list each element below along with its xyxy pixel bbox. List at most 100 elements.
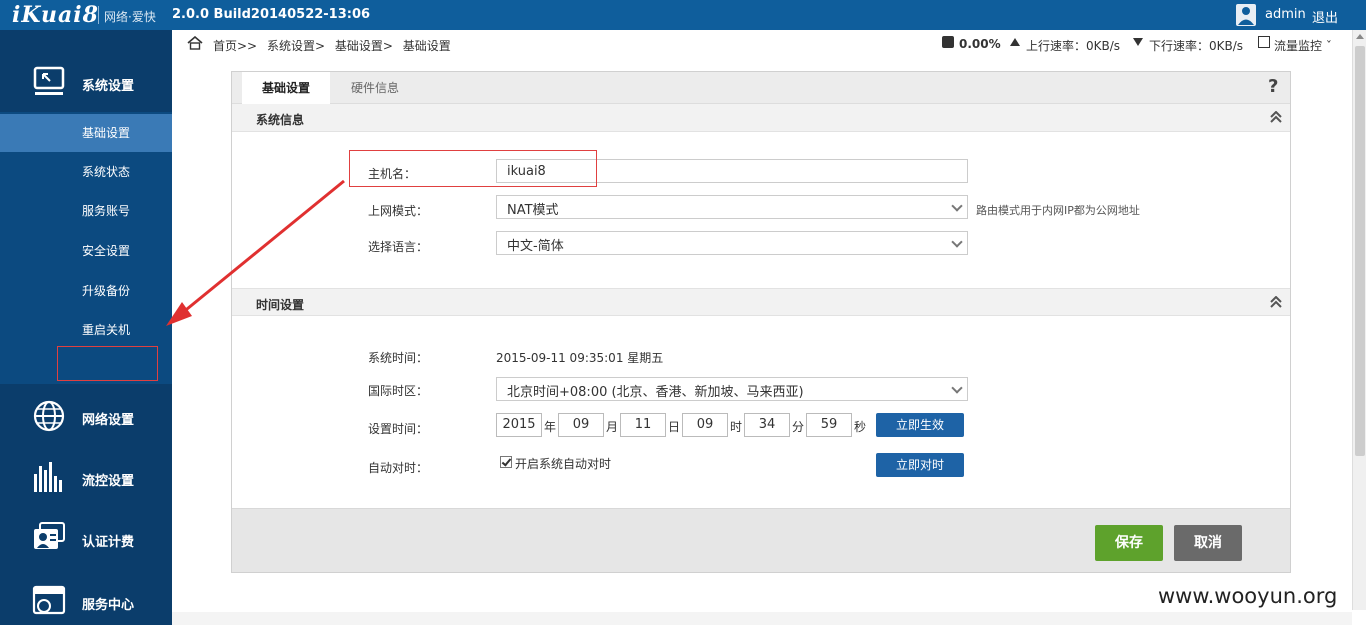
tab-hardware-info[interactable]: 硬件信息 (331, 72, 419, 104)
save-button[interactable]: 保存 (1095, 525, 1163, 561)
collapse-icon[interactable] (1270, 296, 1282, 308)
logo-divider (98, 6, 99, 24)
globe-icon (33, 400, 65, 432)
sidebar-group-flow-control[interactable]: 流控设置 (0, 446, 172, 507)
flow-monitor-icon (1258, 36, 1270, 48)
flow-monitor-label: 流量监控 (1274, 39, 1323, 53)
mode-selected-value: NAT模式 (507, 203, 559, 218)
version-text: 2.0.0 Build20140522-13:06 (172, 7, 371, 22)
flow-monitor-menu[interactable]: 流量监控 ˇ (1274, 37, 1332, 54)
mode-label: 上网模式： (368, 204, 429, 218)
chevron-down-icon: ˇ (1325, 39, 1332, 53)
month-input[interactable]: 09 (558, 413, 604, 437)
upload-value: 0KB/s (1086, 39, 1121, 53)
auto-sync-checkbox-label[interactable]: 开启系统自动对时 (515, 455, 611, 472)
language-selected-value: 中文-简体 (507, 239, 564, 254)
sidebar-item-upgrade-backup[interactable]: 升级备份 (0, 272, 172, 310)
sidebar-item-system-status[interactable]: 系统状态 (0, 153, 172, 191)
home-icon[interactable] (187, 36, 203, 50)
browser-icon (32, 585, 66, 615)
sidebar-group-service-center[interactable]: 服务中心 (0, 568, 172, 625)
sidebar-group-label: 系统设置 (82, 79, 135, 94)
sidebar-group-auth-billing[interactable]: 认证计费 (0, 507, 172, 568)
sidebar-group-label: 服务中心 (82, 598, 135, 613)
annotation-box (57, 346, 158, 381)
timezone-label: 国际时区： (368, 384, 429, 398)
sidebar-submenu: 基础设置 系统状态 服务账号 安全设置 升级备份 重启关机 (0, 112, 172, 384)
cancel-button[interactable]: 取消 (1174, 525, 1242, 561)
sidebar: 系统设置 基础设置 系统状态 服务账号 安全设置 升级备份 重启关机 网络设置 … (0, 30, 172, 625)
second-input[interactable]: 59 (806, 413, 852, 437)
settings-panel: 基础设置 硬件信息 ? 系统信息 主机名： 上网模式： NAT模式 路由模式用于… (231, 71, 1291, 573)
apply-time-button[interactable]: 立即生效 (876, 413, 964, 437)
sidebar-item-basic-settings[interactable]: 基础设置 (0, 114, 172, 152)
year-unit: 年 (544, 420, 557, 434)
monitor-icon (33, 66, 65, 95)
chevron-down-icon (951, 200, 963, 212)
breadcrumb-bar: 首页>> 系统设置> 基础设置> 基础设置 0.00% 上行速率：0KB/s 下… (172, 30, 1352, 56)
form-footer: 保存 取消 (232, 508, 1290, 572)
section-title: 时间设置 (256, 298, 305, 312)
timezone-select[interactable]: 北京时间+08:00 (北京、香港、新加坡、马来西亚) (496, 377, 968, 401)
day-input[interactable]: 11 (620, 413, 666, 437)
auto-sync-label: 自动对时： (368, 461, 429, 475)
system-time-label: 系统时间： (368, 351, 429, 365)
username: admin (1265, 7, 1306, 22)
breadcrumb-home[interactable]: 首页>> (213, 39, 257, 53)
section-title: 系统信息 (256, 113, 305, 127)
page-scrollbar[interactable] (1352, 30, 1366, 610)
cpu-icon (942, 36, 954, 48)
upload-arrow-icon (1010, 38, 1020, 46)
breadcrumb: 首页>> 系统设置> 基础设置> 基础设置 (213, 37, 457, 54)
id-card-icon (34, 522, 65, 549)
upload-rate: 上行速率：0KB/s (1026, 37, 1120, 54)
minute-input[interactable]: 34 (744, 413, 790, 437)
scroll-up-icon[interactable] (1356, 34, 1364, 39)
sidebar-group-network[interactable]: 网络设置 (0, 385, 172, 446)
day-unit: 日 (668, 420, 681, 434)
section-header-system-info: 系统信息 (232, 104, 1290, 132)
slogan: 网络·爱快 (104, 10, 156, 24)
tab-bar: 基础设置 硬件信息 ? (232, 72, 1290, 104)
scroll-thumb[interactable] (1355, 46, 1365, 456)
second-unit: 秒 (854, 420, 867, 434)
mode-select[interactable]: NAT模式 (496, 195, 968, 219)
section-header-time: 时间设置 (232, 288, 1290, 316)
user-icon (1236, 4, 1256, 26)
upload-label: 上行速率： (1026, 39, 1087, 53)
year-input[interactable]: 2015 (496, 413, 542, 437)
breadcrumb-system[interactable]: 系统设置> (267, 39, 325, 53)
sidebar-group-label: 认证计费 (82, 535, 135, 550)
breadcrumb-current: 基础设置 (402, 39, 451, 53)
sync-now-button[interactable]: 立即对时 (876, 453, 964, 477)
cpu-usage: 0.00% (959, 37, 1001, 51)
watermark: www.wooyun.org (1158, 584, 1338, 608)
logout-link[interactable]: 退出 (1312, 7, 1338, 26)
status-strip (172, 612, 1352, 625)
system-time-value: 2015-09-11 09:35:01 星期五 (496, 351, 664, 365)
breadcrumb-basic[interactable]: 基础设置> (335, 39, 393, 53)
language-select[interactable]: 中文-简体 (496, 231, 968, 255)
month-unit: 月 (606, 420, 619, 434)
sidebar-item-security[interactable]: 安全设置 (0, 232, 172, 270)
sidebar-group-system[interactable]: 系统设置 (0, 30, 172, 112)
logo: iKuai8 (12, 2, 99, 28)
hour-unit: 时 (730, 420, 743, 434)
bars-icon (34, 462, 62, 492)
download-label: 下行速率： (1149, 39, 1210, 53)
tab-basic-settings[interactable]: 基础设置 (242, 72, 331, 104)
help-icon[interactable]: ? (1268, 76, 1278, 97)
timezone-selected-value: 北京时间+08:00 (北京、香港、新加坡、马来西亚) (507, 385, 804, 400)
download-arrow-icon (1133, 38, 1143, 46)
sidebar-group-label: 网络设置 (82, 413, 135, 428)
hour-input[interactable]: 09 (682, 413, 728, 437)
mode-hint: 路由模式用于内网IP都为公网地址 (976, 204, 1140, 217)
top-bar: iKuai8 网络·爱快 2.0.0 Build20140522-13:06 a… (0, 0, 1366, 30)
sidebar-group-label: 流控设置 (82, 474, 135, 489)
sidebar-item-service-account[interactable]: 服务账号 (0, 192, 172, 230)
sidebar-item-reboot[interactable]: 重启关机 (0, 311, 172, 349)
auto-sync-checkbox[interactable] (500, 456, 512, 468)
download-rate: 下行速率：0KB/s (1149, 37, 1243, 54)
chevron-down-icon (951, 382, 963, 394)
collapse-icon[interactable] (1270, 111, 1282, 123)
